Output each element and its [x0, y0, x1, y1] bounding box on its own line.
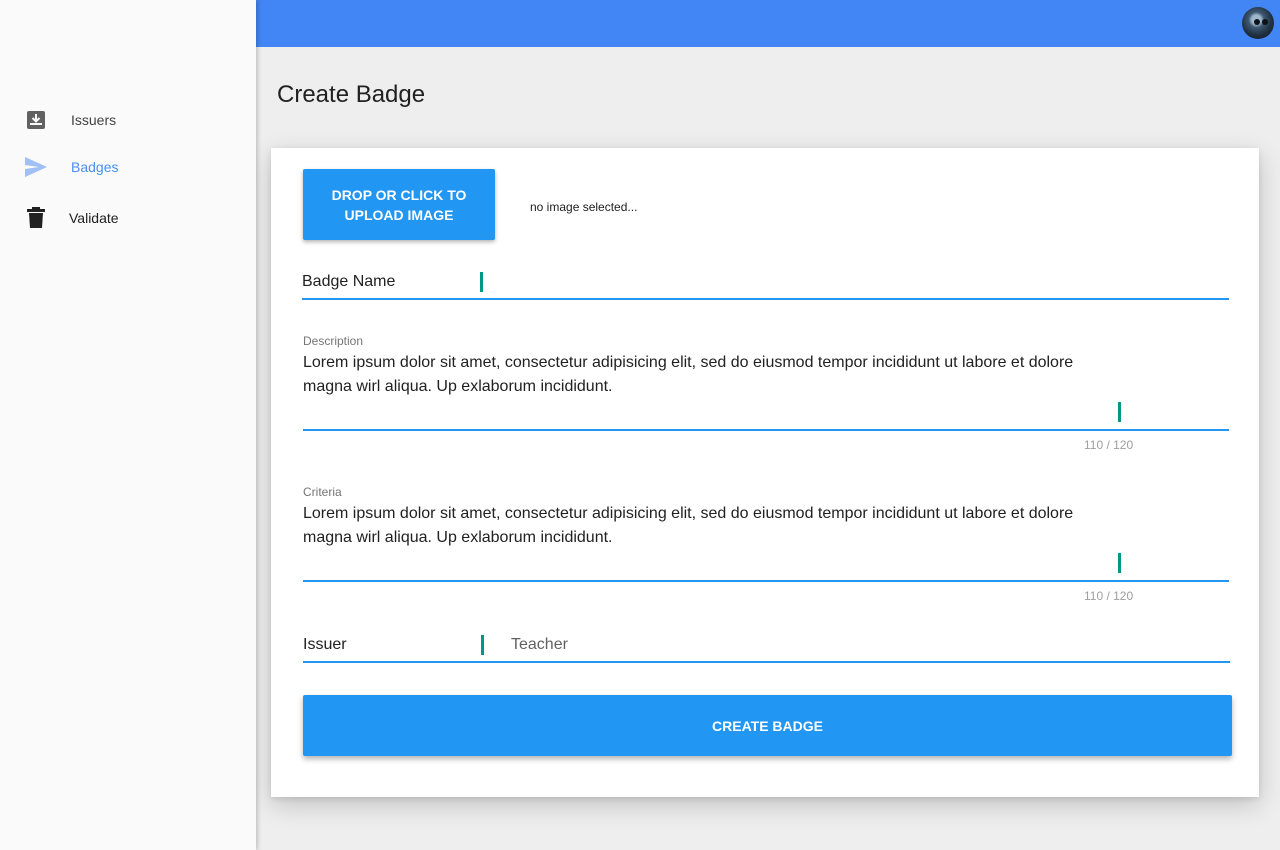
text-cursor: [1118, 402, 1121, 422]
text-cursor: [1118, 553, 1121, 573]
issuer-select[interactable]: Teacher: [511, 636, 568, 654]
issuer-label: Issuer: [303, 636, 347, 653]
create-badge-button[interactable]: CREATE BADGE: [303, 695, 1232, 756]
upload-image-button[interactable]: DROP OR CLICK TO UPLOAD IMAGE: [303, 169, 495, 240]
page-title: Create Badge: [277, 81, 426, 108]
sidebar-item-label: Badges: [71, 159, 119, 175]
description-underline: [303, 429, 1229, 431]
criteria-label: Criteria: [303, 485, 342, 499]
create-badge-card: DROP OR CLICK TO UPLOAD IMAGE no image s…: [271, 148, 1259, 797]
image-status-text: no image selected...: [530, 200, 638, 214]
description-char-counter: 110 / 120: [1084, 438, 1134, 452]
inbox-download-icon: [24, 108, 48, 132]
criteria-underline: [303, 580, 1229, 582]
app-bar: [256, 0, 1280, 47]
sidebar-item-issuers[interactable]: Issuers: [0, 98, 256, 142]
criteria-textarea[interactable]: Lorem ipsum dolor sit amet, consectetur …: [303, 502, 1123, 550]
sidebar: Issuers Badges Validate: [0, 0, 256, 850]
badge-name-underline: [302, 298, 1229, 300]
text-cursor: [480, 272, 483, 292]
issuer-underline: [303, 661, 1230, 663]
description-label: Description: [303, 334, 364, 348]
trash-icon: [24, 206, 48, 230]
sidebar-item-label: Validate: [69, 210, 119, 226]
text-cursor: [481, 635, 484, 655]
description-textarea[interactable]: Lorem ipsum dolor sit amet, consectetur …: [303, 351, 1123, 399]
criteria-char-counter: 110 / 120: [1084, 589, 1134, 603]
badge-name-label: Badge Name: [302, 273, 396, 290]
sidebar-item-label: Issuers: [71, 112, 117, 128]
sidebar-item-badges[interactable]: Badges: [0, 145, 256, 189]
badge-name-input[interactable]: [484, 270, 1228, 298]
send-icon: [24, 155, 48, 179]
sidebar-item-validate[interactable]: Validate: [0, 196, 256, 240]
user-avatar[interactable]: [1242, 7, 1274, 39]
